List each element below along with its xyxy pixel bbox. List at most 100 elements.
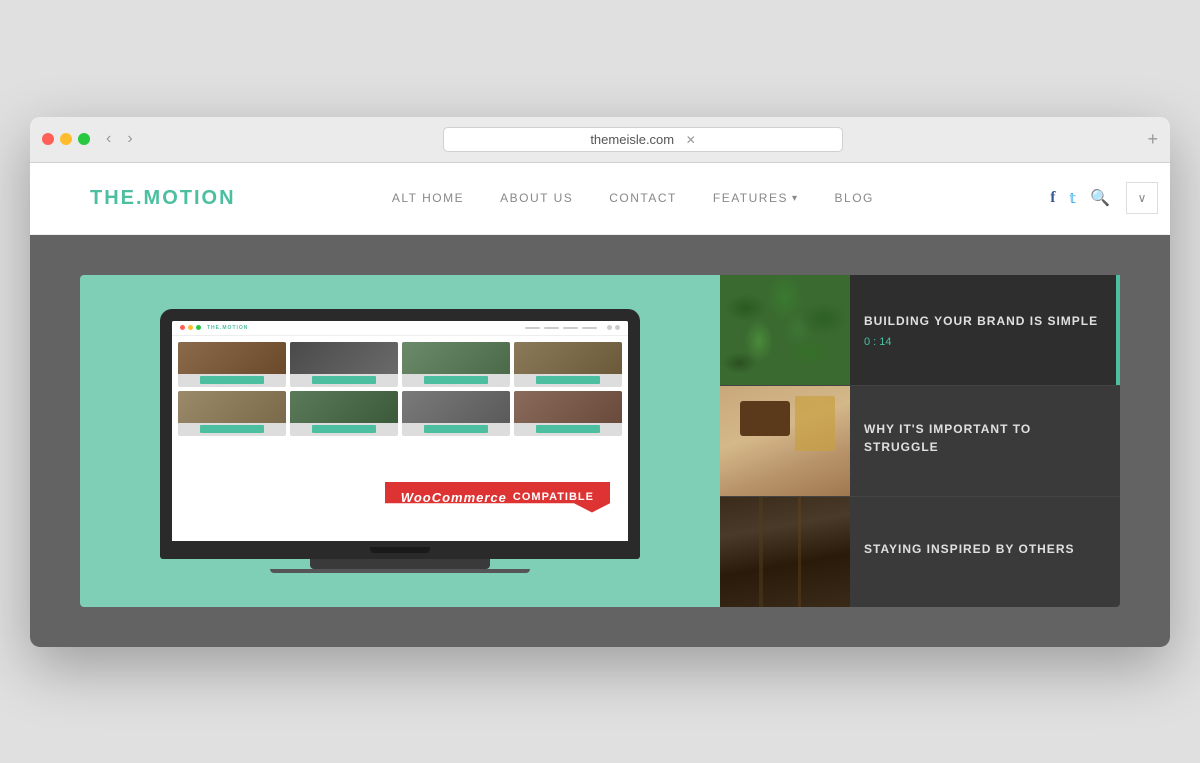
site-main: THE.MOTION	[30, 235, 1170, 647]
mini-product-btn-5	[200, 425, 265, 433]
nav-buttons: ‹ ›	[100, 128, 139, 150]
active-indicator	[1116, 275, 1120, 385]
back-button[interactable]: ‹	[100, 128, 117, 150]
nav-features[interactable]: FEATURES ▾	[713, 191, 799, 205]
mini-product-btn-2	[312, 376, 377, 384]
mini-product-img-7	[402, 391, 510, 423]
address-bar[interactable]: themeisle.com ✕	[443, 127, 843, 152]
tab-close-icon[interactable]: ✕	[686, 133, 696, 147]
mini-nav-item-4	[582, 327, 597, 329]
facebook-icon[interactable]: f	[1050, 189, 1055, 207]
video-card-3-title: STAYING INSPIRED BY OTHERS	[864, 540, 1106, 558]
mini-nav-item-3	[563, 327, 578, 329]
video-card-2-info: WHY IT'S IMPORTANT TO STRUGGLE	[850, 386, 1120, 496]
mini-site-header: THE.MOTION	[172, 321, 628, 336]
leaf-pattern	[720, 275, 850, 385]
thumbnail-plants	[720, 275, 850, 385]
browser-toolbar: ‹ › themeisle.com ✕ +	[30, 117, 1170, 163]
woo-compatible-text: COMPATIBLE	[513, 491, 594, 503]
site-logo[interactable]: THE.MOTION	[90, 187, 236, 210]
site-nav: ALT HOME ABOUT US CONTACT FEATURES ▾ BLO…	[392, 191, 874, 205]
mini-dot-green	[196, 325, 201, 330]
laptop-wrapper: THE.MOTION	[160, 309, 640, 573]
mini-social-2	[615, 325, 620, 330]
mini-product-img-4	[514, 342, 622, 374]
nav-about-us[interactable]: ABOUT US	[500, 191, 573, 205]
laptop-screen-outer: THE.MOTION	[160, 309, 640, 541]
mini-product-btn-3	[424, 376, 489, 384]
video-card-1[interactable]: BUILDING YOUR BRAND IS SIMPLE 0 : 14	[720, 275, 1120, 386]
thumbnail-wood	[720, 497, 850, 607]
mini-product-1	[178, 342, 286, 387]
add-tab-button[interactable]: +	[1147, 129, 1158, 150]
mini-nav-item-2	[544, 327, 559, 329]
video-thumbnail-2	[720, 386, 850, 496]
video-card-2[interactable]: WHY IT'S IMPORTANT TO STRUGGLE	[720, 386, 1120, 497]
mini-window-dots	[180, 325, 201, 330]
mini-product-img-6	[290, 391, 398, 423]
mini-dot-red	[180, 325, 185, 330]
nav-contact[interactable]: CONTACT	[609, 191, 677, 205]
mini-product-btn-1	[200, 376, 265, 384]
woo-brand-text: WooCommerce	[401, 490, 507, 505]
mini-product-btn-7	[424, 425, 489, 433]
mini-product-grid	[172, 336, 628, 442]
minimize-dot[interactable]	[60, 133, 72, 145]
site-header: THE.MOTION ALT HOME ABOUT US CONTACT FEA…	[30, 163, 1170, 235]
browser-window: ‹ › themeisle.com ✕ + THE.MOTION ALT HOM…	[30, 117, 1170, 647]
search-icon[interactable]: 🔍	[1090, 188, 1110, 208]
mini-product-btn-6	[312, 425, 377, 433]
video-card-3-info: STAYING INSPIRED BY OTHERS	[850, 497, 1120, 607]
thumbnail-food	[720, 386, 850, 496]
mini-product-2	[290, 342, 398, 387]
mini-product-3	[402, 342, 510, 387]
twitter-icon[interactable]: 𝕥	[1070, 190, 1077, 207]
laptop-foot	[270, 569, 530, 573]
website-content: THE.MOTION ALT HOME ABOUT US CONTACT FEA…	[30, 163, 1170, 647]
video-card-1-time: 0 : 14	[864, 336, 1106, 348]
header-dropdown-button[interactable]: ∨	[1126, 182, 1158, 214]
url-text: themeisle.com	[590, 132, 674, 147]
nav-social: f 𝕥 🔍	[1050, 188, 1110, 208]
mini-product-5	[178, 391, 286, 436]
mini-product-6	[290, 391, 398, 436]
mini-product-btn-8	[536, 425, 601, 433]
mini-product-btn-4	[536, 376, 601, 384]
forward-button[interactable]: ›	[121, 128, 138, 150]
dropdown-chevron-icon: ∨	[1138, 191, 1147, 205]
close-dot[interactable]	[42, 133, 54, 145]
mini-social-1	[607, 325, 612, 330]
laptop-screen: THE.MOTION	[172, 321, 628, 541]
mini-product-img-3	[402, 342, 510, 374]
video-card-2-title: WHY IT'S IMPORTANT TO STRUGGLE	[864, 420, 1106, 456]
maximize-dot[interactable]	[78, 133, 90, 145]
video-card-1-title: BUILDING YOUR BRAND IS SIMPLE	[864, 312, 1106, 330]
mini-product-8	[514, 391, 622, 436]
video-thumbnail-3	[720, 497, 850, 607]
laptop-showcase: THE.MOTION	[80, 275, 720, 607]
chevron-down-icon: ▾	[792, 193, 799, 204]
nav-blog[interactable]: BLOG	[835, 191, 874, 205]
mini-dot-yellow	[188, 325, 193, 330]
laptop-stand	[310, 559, 490, 569]
address-bar-container: themeisle.com ✕	[149, 127, 1138, 152]
mini-product-img-2	[290, 342, 398, 374]
nav-alt-home[interactable]: ALT HOME	[392, 191, 464, 205]
video-card-3[interactable]: STAYING INSPIRED BY OTHERS	[720, 497, 1120, 607]
window-controls	[42, 133, 90, 145]
mini-nav-bar	[525, 327, 597, 329]
main-content-grid: THE.MOTION	[80, 275, 1120, 607]
mini-nav-item-1	[525, 327, 540, 329]
video-thumbnail-1	[720, 275, 850, 385]
mini-product-img-5	[178, 391, 286, 423]
mini-product-7	[402, 391, 510, 436]
mini-product-img-1	[178, 342, 286, 374]
laptop-notch	[370, 547, 430, 553]
video-card-1-info: BUILDING YOUR BRAND IS SIMPLE 0 : 14	[850, 275, 1120, 385]
laptop-base	[160, 541, 640, 559]
mini-site-logo: THE.MOTION	[207, 325, 248, 331]
video-sidebar: BUILDING YOUR BRAND IS SIMPLE 0 : 14 WHY…	[720, 275, 1120, 607]
mini-product-4	[514, 342, 622, 387]
mini-social-icons	[607, 325, 620, 330]
mini-product-img-8	[514, 391, 622, 423]
